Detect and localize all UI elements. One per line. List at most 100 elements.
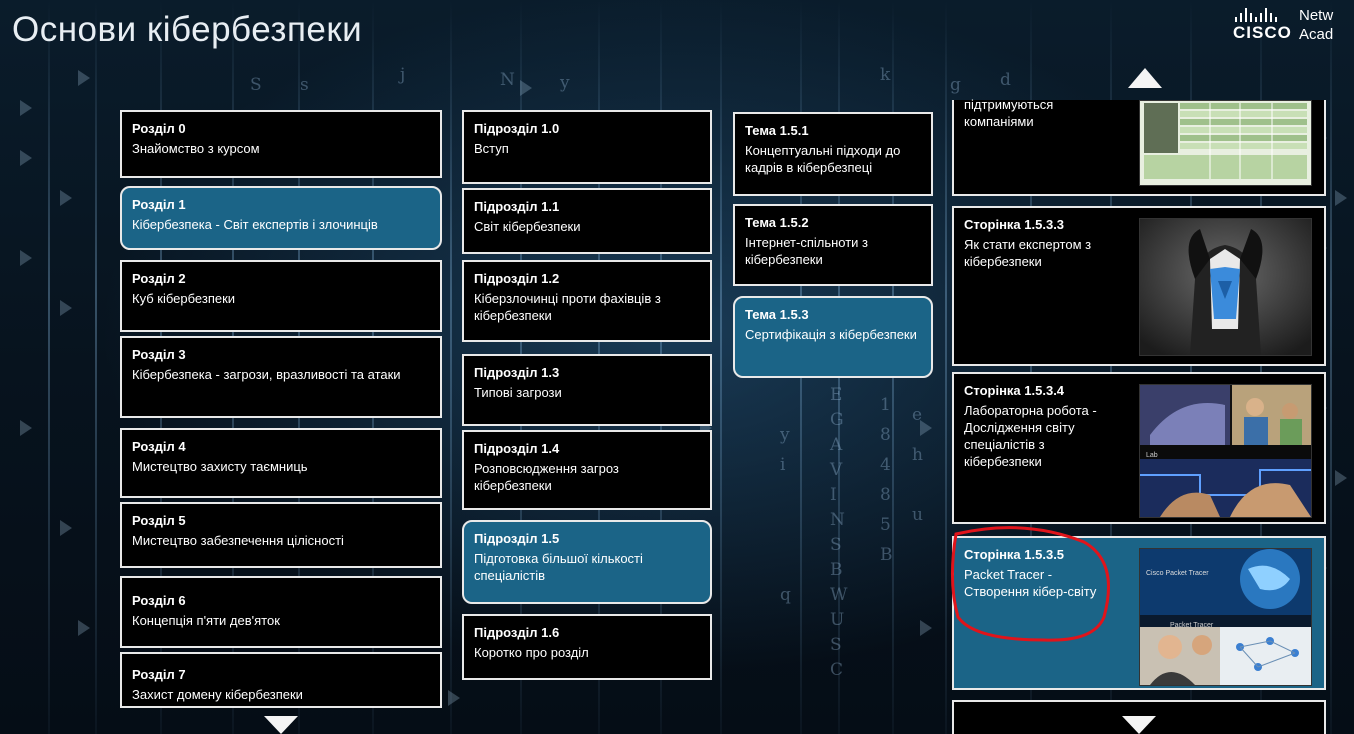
page-title: Як стати експертом з кібербезпеки [964, 237, 1092, 269]
topic-item-2[interactable]: Тема 1.5.3 Сертифікація з кібербезпеки [733, 296, 933, 378]
section-title: Підготовка більшої кількості спеціалісті… [474, 551, 643, 583]
svg-text:s: s [300, 75, 309, 95]
svg-text:h: h [912, 445, 923, 465]
chapter-item-5[interactable]: Розділ 5 Мистецтво забезпечення ціліснос… [120, 502, 442, 568]
chapter-title: Знайомство з курсом [132, 141, 260, 156]
svg-text:N: N [500, 70, 515, 90]
section-title: Кіберзлочинці проти фахівців з кібербезп… [474, 291, 661, 323]
page-title: Лабораторна робота - Дослідження світу с… [964, 403, 1097, 469]
chapter-title: Мистецтво захисту таємниць [132, 459, 308, 474]
chapter-label: Розділ 7 [132, 667, 186, 682]
svg-text:U: U [830, 610, 844, 630]
section-item-4[interactable]: Підрозділ 1.4 Розповсюдження загроз кібе… [462, 430, 712, 510]
logo-line1: Netw [1299, 7, 1334, 24]
svg-text:S: S [250, 75, 262, 95]
pt-title: Cisco Packet Tracer [1146, 570, 1209, 577]
section-label: Підрозділ 1.3 [474, 365, 560, 380]
section-label: Підрозділ 1.2 [474, 271, 560, 286]
svg-text:8: 8 [880, 425, 891, 445]
chapter-title: Концепція п'яти дев'яток [132, 613, 280, 628]
page-thumbnail [1139, 100, 1312, 186]
topic-label: Тема 1.5.2 [745, 215, 809, 230]
svg-text:j: j [398, 65, 405, 85]
chapter-label: Розділ 1 [132, 197, 186, 212]
chapter-label: Розділ 6 [132, 593, 186, 608]
page-item-2[interactable]: Сторінка 1.5.3.4 Лабораторна робота - До… [952, 372, 1326, 524]
scroll-up-arrow-icon[interactable] [1128, 68, 1162, 88]
svg-text:S: S [830, 635, 842, 655]
chapter-title: Кібербезпека - Світ експертів і злочинці… [132, 217, 378, 232]
svg-text:8: 8 [880, 485, 891, 505]
chapter-item-3[interactable]: Розділ 3 Кібербезпека - загрози, вразлив… [120, 336, 442, 418]
chapter-label: Розділ 5 [132, 513, 186, 528]
svg-text:4: 4 [880, 455, 891, 475]
section-title: Вступ [474, 141, 509, 156]
topic-title: Інтернет-спільноти з кібербезпеки [745, 235, 869, 267]
section-item-0[interactable]: Підрозділ 1.0 Вступ [462, 110, 712, 184]
section-title: Типові загрози [474, 385, 562, 400]
section-item-5[interactable]: Підрозділ 1.5 Підготовка більшої кількос… [462, 520, 712, 604]
section-title: Світ кібербезпеки [474, 219, 581, 234]
topic-item-1[interactable]: Тема 1.5.2 Інтернет-спільноти з кібербез… [733, 204, 933, 286]
topic-title: Сертифікація з кібербезпеки [745, 327, 917, 342]
svg-text:u: u [912, 505, 923, 525]
page-label: Сторінка 1.5.3.4 [964, 383, 1065, 398]
svg-text:e: e [912, 405, 922, 425]
page-label: Сторінка 1.5.3.3 [964, 217, 1065, 232]
svg-text:V: V [829, 460, 843, 480]
section-item-3[interactable]: Підрозділ 1.3 Типові загрози [462, 354, 712, 426]
svg-text:W: W [830, 585, 848, 605]
svg-text:B: B [880, 545, 893, 565]
page-text: Сторінка 1.5.3.3 Як стати експертом з кі… [964, 216, 1119, 270]
section-title: Розповсюдження загроз кібербезпеки [474, 461, 619, 493]
superhero-thumbnail-icon [1140, 219, 1311, 355]
topic-label: Тема 1.5.1 [745, 123, 809, 138]
svg-text:y: y [559, 73, 570, 93]
cisco-logo: CISCO Netw Acad [1233, 6, 1354, 46]
svg-text:g: g [950, 75, 961, 95]
section-item-1[interactable]: Підрозділ 1.1 Світ кібербезпеки [462, 188, 712, 254]
chapter-item-6[interactable]: Розділ 6 Концепція п'яти дев'яток [120, 576, 442, 648]
page-title: Основи кібербезпеки [12, 10, 363, 49]
page-thumbnail: Lab [1139, 384, 1312, 518]
svg-text:C: C [830, 660, 843, 680]
chapter-item-7[interactable]: Розділ 7 Захист домену кібербезпеки [120, 652, 442, 708]
svg-text:1: 1 [880, 395, 891, 415]
chapter-item-0[interactable]: Розділ 0 Знайомство з курсом [120, 110, 442, 178]
section-label: Підрозділ 1.5 [474, 531, 560, 546]
svg-text:d: d [1000, 70, 1011, 90]
page-text: Сторінка 1.5.3.4 Лабораторна робота - До… [964, 382, 1119, 470]
chapter-label: Розділ 4 [132, 439, 186, 454]
topic-item-0[interactable]: Тема 1.5.1 Концептуальні підходи до кадр… [733, 112, 933, 196]
section-label: Підрозділ 1.4 [474, 441, 560, 456]
svg-text:N: N [830, 510, 845, 530]
scroll-down-arrow-icon[interactable] [1122, 716, 1156, 734]
section-item-6[interactable]: Підрозділ 1.6 Коротко про розділ [462, 614, 712, 680]
lab-caption: Lab [1146, 452, 1158, 459]
page-item-1[interactable]: Сторінка 1.5.3.3 Як стати експертом з кі… [952, 206, 1326, 366]
svg-text:q: q [780, 585, 791, 605]
svg-text:E: E [830, 385, 842, 405]
chapter-item-4[interactable]: Розділ 4 Мистецтво захисту таємниць [120, 428, 442, 498]
chapter-title: Кібербезпека - загрози, вразливості та а… [132, 367, 401, 382]
page-thumbnail [1139, 218, 1312, 356]
page-thumbnail: Cisco Packet Tracer Packet Tracer [1139, 548, 1312, 686]
chapter-item-2[interactable]: Розділ 2 Куб кібербезпеки [120, 260, 442, 332]
page-text: підтримуються компаніями [964, 96, 1119, 130]
section-item-2[interactable]: Підрозділ 1.2 Кіберзлочинці проти фахівц… [462, 260, 712, 342]
chapter-label: Розділ 0 [132, 121, 186, 136]
svg-text:5: 5 [880, 515, 891, 535]
logo-word: CISCO [1233, 23, 1292, 42]
chapter-label: Розділ 2 [132, 271, 186, 286]
topic-title: Концептуальні підходи до кадрів в кіберб… [745, 143, 901, 175]
table-thumbnail-icon [1140, 101, 1311, 185]
chapter-item-1[interactable]: Розділ 1 Кібербезпека - Світ експертів і… [120, 186, 442, 250]
page-title: підтримуються компаніями [964, 97, 1054, 129]
chapter-title: Захист домену кібербезпеки [132, 687, 303, 702]
scroll-down-arrow-icon[interactable] [264, 716, 298, 734]
chapter-label: Розділ 3 [132, 347, 186, 362]
svg-text:A: A [829, 435, 843, 455]
page-item-0[interactable]: підтримуються компаніями [952, 97, 1326, 196]
svg-text:I: I [830, 485, 837, 505]
section-label: Підрозділ 1.1 [474, 199, 560, 214]
